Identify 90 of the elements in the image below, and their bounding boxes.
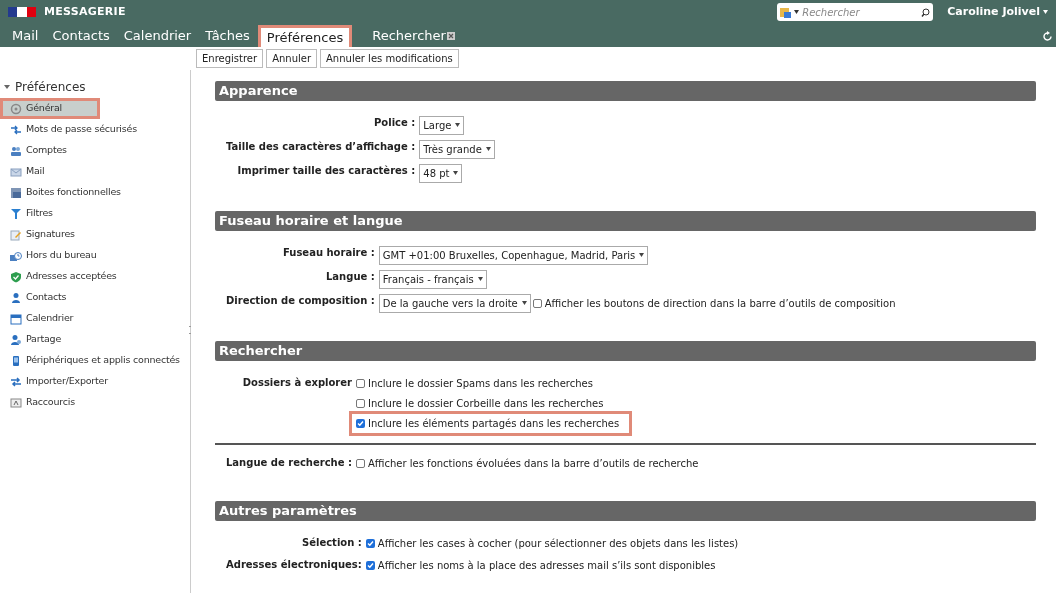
field-label: Police : — [373, 116, 416, 130]
folder-icon — [780, 6, 792, 18]
nav-tab[interactable]: Tâches — [199, 25, 256, 47]
shield-icon — [10, 270, 22, 283]
checkbox[interactable] — [356, 398, 365, 408]
dropdown[interactable]: 48 pt — [419, 163, 463, 183]
sidebar-item[interactable]: Contacts — [0, 287, 190, 308]
search-input[interactable]: Rechercher — [802, 4, 919, 20]
field-label: Taille des caractères d’affichage : — [226, 140, 416, 154]
toolbar-button[interactable]: Annuler — [266, 49, 318, 68]
calendar-icon — [10, 312, 22, 325]
field-label: Fuseau horaire : — [281, 246, 375, 260]
checkbox[interactable] — [356, 418, 365, 428]
filter-icon — [10, 207, 22, 220]
refresh-icon[interactable] — [1042, 31, 1053, 42]
section-header: Autres paramètres — [215, 501, 1036, 521]
nav-tab[interactable]: Calendrier — [117, 25, 198, 47]
nav-tab[interactable]: Contacts — [46, 25, 116, 47]
section-header: Rechercher — [215, 341, 1036, 361]
dropdown[interactable]: GMT +01:00 Bruxelles, Copenhague, Madrid, Paris — [378, 245, 649, 265]
caret-icon — [794, 10, 800, 14]
section-header: Apparence — [215, 81, 1036, 101]
person-icon — [10, 291, 22, 304]
sidebar-item[interactable]: Périphériques et applis connectés — [0, 350, 190, 371]
sidebar-item[interactable]: Partage — [0, 329, 190, 350]
field-label: Adresses électroniques: — [226, 558, 362, 572]
sidebar-item[interactable]: Hors du bureau — [0, 245, 190, 266]
caret-icon — [639, 253, 645, 257]
field-label: Direction de composition : — [226, 294, 375, 308]
arrows-icon — [10, 375, 22, 388]
toolbar-button[interactable]: Annuler les modifications — [320, 49, 459, 68]
sidebar-item[interactable]: Raccourcis — [0, 392, 190, 413]
sidebar-item[interactable]: Adresses acceptées — [0, 266, 190, 287]
caret-icon — [453, 171, 459, 175]
checkbox-label: Afficher les noms à la place des adresses mail s’ils sont disponibles — [377, 558, 716, 573]
field-label: Langue de recherche : — [226, 456, 352, 470]
phone-icon — [10, 354, 22, 367]
caret-icon — [485, 147, 491, 151]
search-icon — [921, 7, 931, 17]
dropdown[interactable]: De la gauche vers la droite — [378, 293, 531, 313]
sidebar-item[interactable]: Général — [0, 98, 100, 119]
arrows-icon — [10, 123, 22, 136]
app-title: MESSAGERIE — [44, 3, 126, 20]
dropdown[interactable]: Français - français — [378, 269, 487, 289]
caret-icon — [455, 123, 461, 127]
checkbox[interactable] — [356, 378, 365, 388]
checkbox-label: Inclure les éléments partagés dans les recherches — [368, 416, 620, 431]
checkbox[interactable] — [365, 538, 375, 548]
checkbox-label: Afficher les boutons de direction dans la barre d’outils de composition — [544, 296, 896, 311]
checkbox[interactable] — [356, 458, 365, 468]
envelope-icon — [10, 165, 22, 178]
section-header: Fuseau horaire et langue — [215, 211, 1036, 231]
sidebar-item[interactable]: Mots de passe sécurisés — [0, 119, 190, 140]
caret-icon — [477, 277, 483, 281]
dropdown[interactable]: Très grande — [419, 139, 495, 159]
sidebar-item[interactable]: Calendrier — [0, 308, 190, 329]
people-icon — [10, 144, 22, 157]
sidebar-item[interactable]: Comptes — [0, 140, 190, 161]
sidebar-item[interactable]: Signatures — [0, 224, 190, 245]
checkbox-label: Inclure le dossier Corbeille dans les recherches — [368, 396, 604, 411]
clock-icon — [10, 249, 22, 262]
caret-icon — [521, 301, 527, 305]
nav-tab[interactable]: Mail — [4, 25, 45, 47]
dropdown[interactable]: Large — [419, 115, 465, 135]
people-icon — [10, 333, 22, 346]
caret-icon — [1043, 10, 1048, 14]
field-label: Imprimer taille des caractères : — [236, 164, 416, 178]
checkbox-label: Afficher les fonctions évoluées dans la barre d’outils de recherche — [368, 456, 699, 471]
sidebar-item[interactable]: Mail — [0, 161, 190, 182]
sidebar-item[interactable]: Boites fonctionnelles — [0, 182, 190, 203]
nav-tab[interactable]: Rechercher — [366, 25, 461, 47]
search-field[interactable]: Rechercher — [777, 3, 934, 21]
field-label: Dossiers à explorer — [241, 376, 352, 390]
sidebar-title: Préférences — [15, 79, 86, 96]
expand-arrow-icon[interactable] — [4, 84, 10, 90]
sidebar-item[interactable]: Filtres — [0, 203, 190, 224]
checkbox[interactable] — [365, 560, 375, 570]
pencil-icon — [10, 228, 22, 241]
close-icon[interactable] — [446, 32, 455, 40]
checkbox[interactable] — [532, 298, 542, 308]
checkbox-label: Afficher les cases à cocher (pour sélectionner des objets dans les listes) — [377, 536, 739, 551]
sidebar-item[interactable]: Importer/Exporter — [0, 371, 190, 392]
field-label: Sélection : — [301, 536, 362, 550]
gear-icon — [10, 102, 22, 115]
checkbox-label: Inclure le dossier Spams dans les recherches — [368, 376, 593, 391]
nav-tab[interactable]: Préférences — [257, 25, 353, 47]
field-label: Langue : — [325, 270, 375, 284]
user-menu[interactable]: Caroline Jolivel — [947, 3, 1040, 21]
flag-logo-icon — [8, 7, 36, 17]
toolbar-button[interactable]: Enregistrer — [196, 49, 264, 68]
